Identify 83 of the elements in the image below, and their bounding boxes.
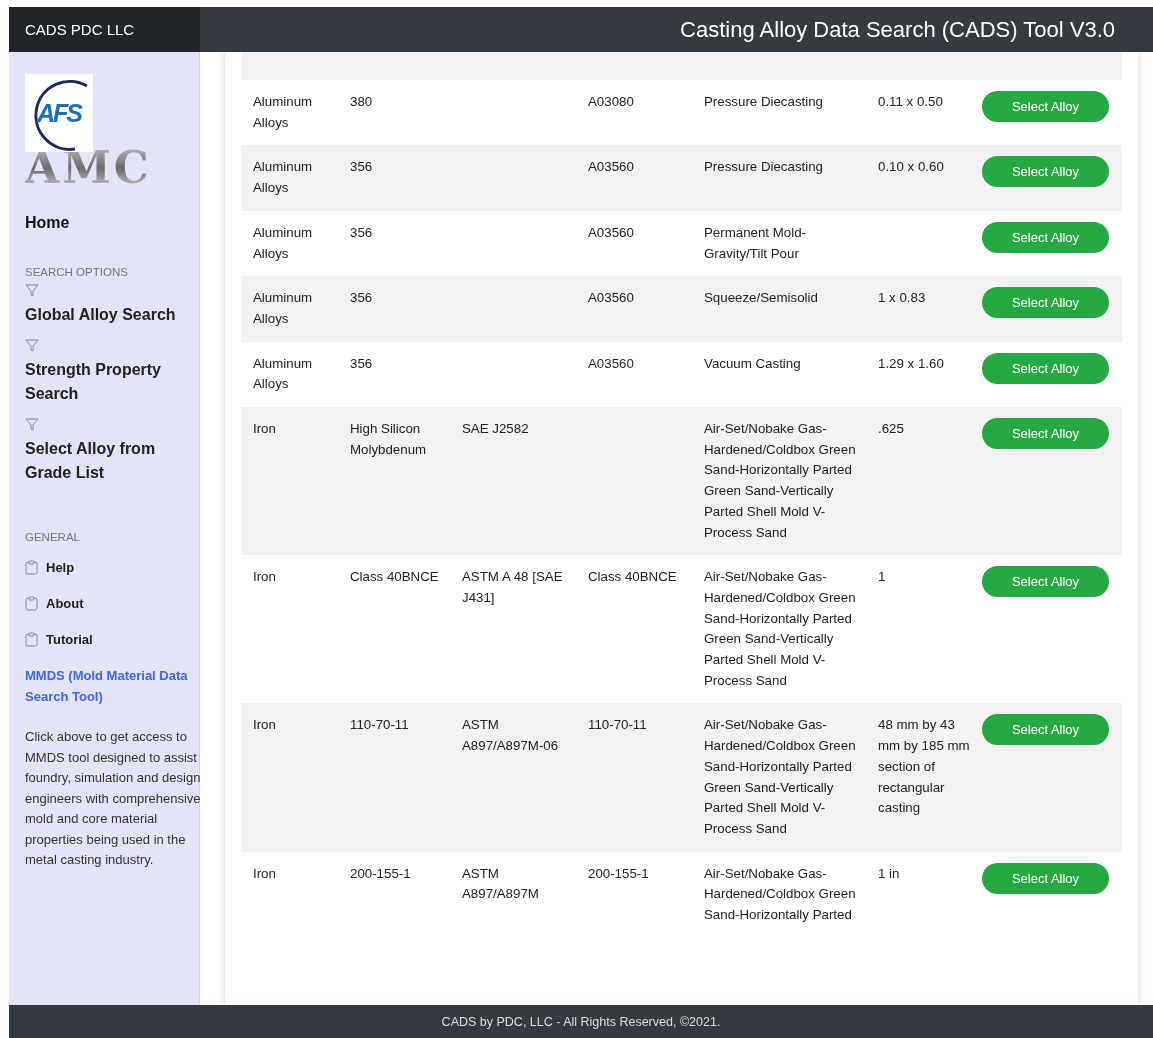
table-cell: ASTM A897/A897M [462,865,539,902]
nav-item[interactable]: Global Alloy Search [25,284,185,327]
nav-label: About [46,595,84,611]
table-cell: Aluminum Alloys [253,224,313,261]
nav-item[interactable]: Select Alloy from Grade List [25,418,185,485]
table-cell: 110-70-11 [588,717,647,733]
table-cell: Iron [253,421,276,437]
table-cell: 356 [350,224,373,240]
footer-text: CADS by PDC, LLC - All Rights Reserved, ©2021. [441,1014,721,1029]
nav-item[interactable]: Help [25,549,199,585]
table-cell: A03080 [588,94,634,109]
table-cell: 48 mm by 43 mm by 185 mm section of rectangular casting [878,717,970,816]
table-cell: A03560 [588,355,634,371]
app-title: Casting Alloy Data Search (CADS) Tool V3.0 [680,16,1115,43]
description-text: Click above to get access to MMDS tool designed to assist foundry, simulation and design engineers with comprehensive mold and core material properties being used in the metal casting industry. [25,728,201,869]
nav-label: Strength Property Search [25,360,162,404]
nav-label: Select Alloy from Grade List [25,439,157,483]
select-alloy-button[interactable]: Select Alloy [982,352,1109,384]
mmds-link[interactable]: MMDS (Mold Material Data Search Tool) [25,665,190,707]
table-cell: 200-155-1 [588,865,649,881]
nav-label: Help [46,559,75,575]
table-cell: Pressure Diecasting [704,94,823,109]
table-cell: Aluminum Alloys [253,355,313,392]
section-heading: SEARCH OPTIONS [25,266,129,278]
clipboard-icon [25,631,38,647]
table-cell: Air-Set/Nobake Gas-Hardened/Coldbox Green Sand-Horizontally Parted Green Sand-Vertically Parted Shell Mold V-Process Sand [704,717,856,836]
select-alloy-button[interactable]: Select Alloy [982,91,1109,122]
table-cell: Iron [253,569,276,585]
home-link[interactable]: Home [25,214,199,232]
table-cell: 200-155-1 [350,865,411,881]
logo-badge: AFS [25,74,93,152]
select-alloy-button[interactable]: Select Alloy [982,221,1109,253]
select-alloy-button[interactable]: Select Alloy [982,862,1109,894]
table-cell: SAE J2582 [462,421,529,437]
table-cell: 0.10 x 0.60 [878,159,944,175]
table-cell: Aluminum Alloys [253,159,313,196]
nav-label: Tutorial [46,631,93,647]
table-cell: ASTM A897/A897M-06 [462,717,559,754]
select-alloy-button[interactable]: Select Alloy [982,714,1109,746]
filter-icon [25,339,39,352]
table-cell: Air-Set/Nobake Gas-Hardened/Coldbox Green Sand-Horizontally Parted Green Sand-Vertically Parted Shell Mold V-Process Sand [704,569,856,688]
table-cell: 1 [878,569,886,585]
table-cell: 1 in [878,865,900,881]
table-cell: ASTM A 48 [SAE J431] [462,569,563,605]
table-cell: 1.29 x 1.60 [878,355,944,371]
table-cell: Vacuum Casting [704,355,801,371]
table-cell: Class 40BNCE [588,569,677,585]
section-heading: GENERAL [25,531,81,543]
nav-label: Global Alloy Search [25,305,176,325]
select-alloy-button[interactable]: Select Alloy [982,566,1109,598]
table-cell: 0.11 x 0.50 [878,94,943,109]
table-cell: Iron [253,865,276,881]
nav-item[interactable]: Strength Property Search [25,339,185,406]
clipboard-icon [25,595,38,611]
table-cell: A03560 [588,159,634,175]
table-cell: A03560 [588,224,634,240]
table-cell: .625 [878,421,904,437]
table-cell: Iron [253,717,276,733]
table-cell: Aluminum Alloys [253,94,313,130]
table-cell: Aluminum Alloys [253,290,313,326]
table-cell: A03560 [588,290,634,306]
table-cell: Air-Set/Nobake Gas-Hardened/Coldbox Green Sand-Horizontally Parted [704,865,856,923]
table-cell: 356 [350,355,373,371]
table-cell: 356 [350,290,373,306]
table-cell: Air-Set/Nobake Gas-Hardened/Coldbox Green Sand-Horizontally Parted Green Sand-Vertically Parted Shell Mold V-Process Sand [704,421,856,540]
table-cell: Squeeze/Semisolid [704,290,818,306]
table-cell: 356 [350,159,373,175]
table-cell: 1 x 0.83 [878,290,926,306]
nav-item[interactable]: Tutorial [25,621,199,657]
table-cell: Pressure Diecasting [704,159,823,175]
table-cell: 110-70-11 [350,717,409,733]
filter-icon [25,418,39,431]
clipboard-icon [25,559,38,575]
table-cell: Class 40BNCE [350,569,439,585]
brand-name: CADS PDC LLC [25,21,135,38]
table-cell: High Silicon Molybdenum [350,421,427,457]
select-alloy-button[interactable]: Select Alloy [982,156,1109,188]
filter-icon [25,284,39,297]
nav-item[interactable]: About [25,585,199,621]
table-cell: Permanent Mold-Gravity/Tilt Pour [704,224,806,261]
select-alloy-button[interactable]: Select Alloy [982,418,1109,450]
select-alloy-button[interactable]: Select Alloy [982,287,1109,319]
table-cell: 380 [350,94,373,109]
